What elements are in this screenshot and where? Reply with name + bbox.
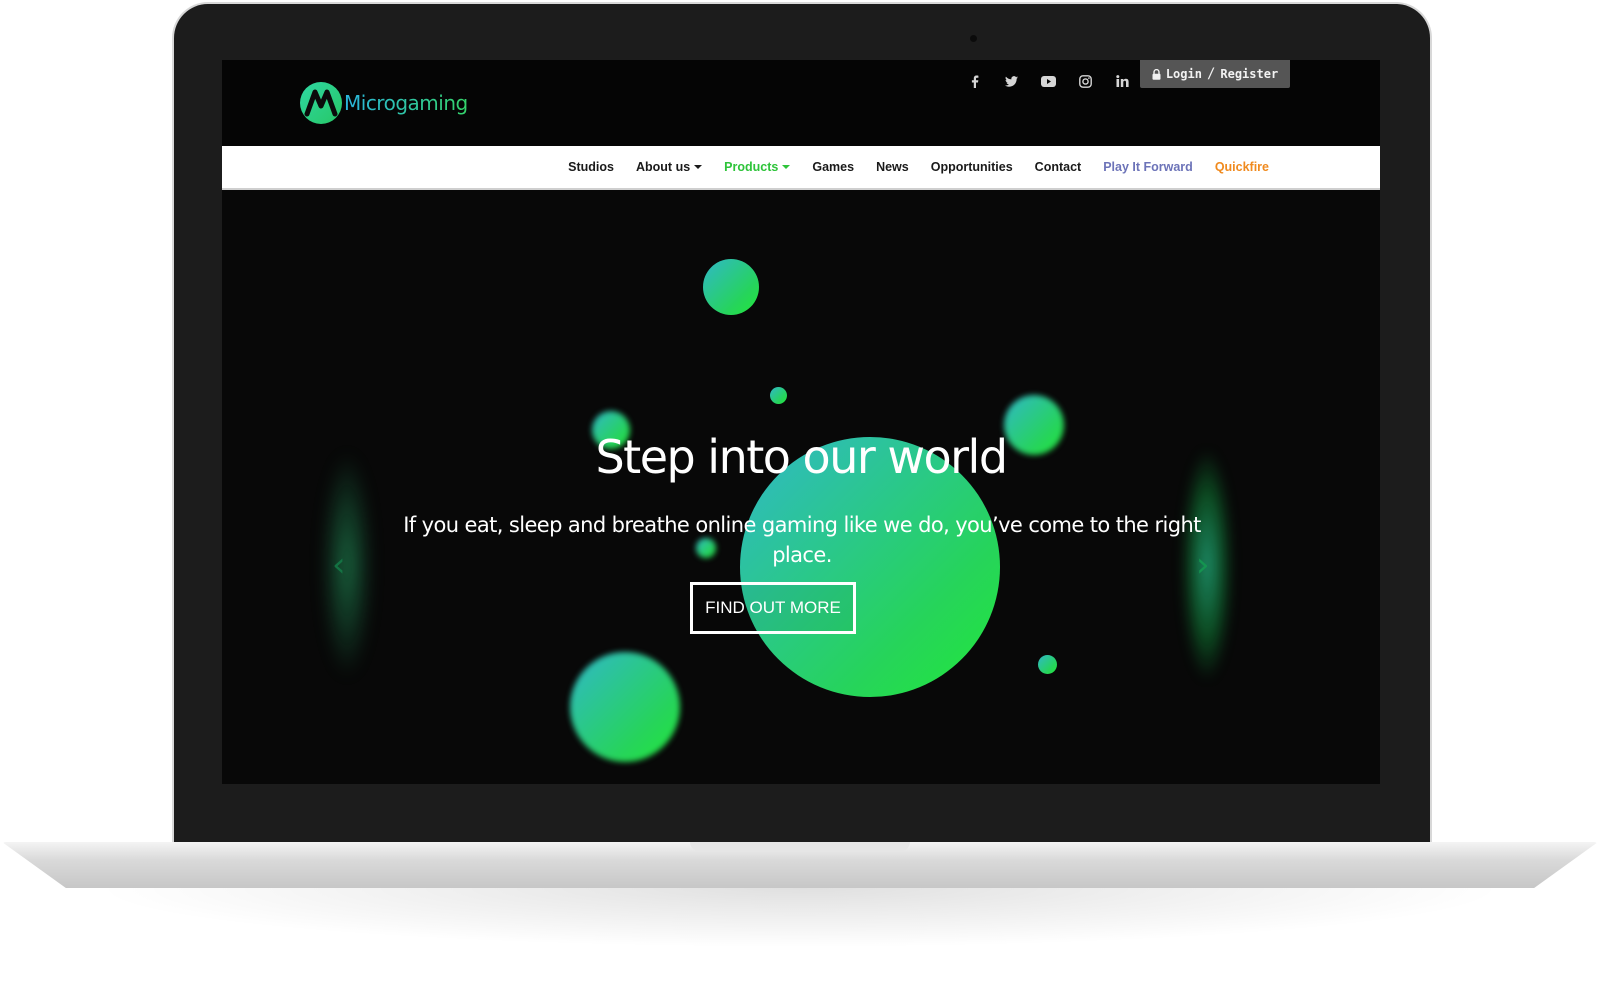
nav-item-products[interactable]: Products: [713, 160, 801, 174]
linkedin-icon[interactable]: [1104, 68, 1141, 94]
login-register-button[interactable]: Login / Register: [1140, 60, 1290, 88]
nav-item-label: Games: [812, 160, 855, 174]
caret-down-icon: [782, 165, 791, 169]
find-out-more-button[interactable]: FIND OUT MORE: [690, 582, 856, 634]
nav-item-label: About us: [636, 160, 691, 174]
nav-item-label: News: [876, 160, 909, 174]
decorative-bubble: [770, 387, 787, 404]
decorative-bubble: [703, 259, 759, 315]
nav-item-contact[interactable]: Contact: [1024, 160, 1093, 174]
youtube-icon[interactable]: [1030, 68, 1067, 94]
nav-item-label: Play It Forward: [1103, 160, 1193, 174]
nav-item-studios[interactable]: Studios: [557, 160, 625, 174]
nav-item-games[interactable]: Games: [801, 160, 865, 174]
login-separator: /: [1206, 66, 1216, 82]
site-header: Microgaming Login / Register: [222, 60, 1380, 146]
nav-item-about-us[interactable]: About us: [625, 160, 713, 174]
chevron-left-icon[interactable]: ‹: [332, 545, 346, 585]
carousel-prev-glow: [322, 450, 372, 680]
nav-item-label: Opportunities: [930, 160, 1013, 174]
microgaming-logo-icon: [300, 82, 342, 124]
nav-list: Studios About us Products Games News Opp…: [557, 146, 1280, 188]
facebook-icon[interactable]: [956, 68, 993, 94]
hero-subtitle: If you eat, sleep and breathe online gam…: [403, 513, 1201, 567]
laptop-base-notch: [690, 842, 910, 851]
nav-item-quickfire[interactable]: Quickfire: [1204, 160, 1280, 174]
nav-item-label: Products: [724, 160, 779, 174]
nav-item-opportunities[interactable]: Opportunities: [920, 160, 1024, 174]
hero-carousel: ‹ › Step into our world If you eat, slee…: [222, 190, 1380, 784]
caret-down-icon: [694, 165, 703, 169]
register-label[interactable]: Register: [1220, 67, 1278, 81]
nav-item-label: Contact: [1034, 160, 1082, 174]
nav-item-label: Quickfire: [1214, 160, 1269, 174]
brand-logo[interactable]: Microgaming: [300, 82, 468, 124]
laptop-camera: [970, 35, 977, 42]
nav-item-news[interactable]: News: [865, 160, 920, 174]
nav-item-label: Studios: [568, 160, 614, 174]
twitter-icon[interactable]: [993, 68, 1030, 94]
login-label[interactable]: Login: [1166, 67, 1202, 81]
laptop-screen: Microgaming Login / Register Studios Abo…: [222, 60, 1380, 784]
lock-icon: [1152, 68, 1161, 80]
laptop-shadow: [90, 888, 1510, 948]
decorative-bubble: [570, 652, 680, 762]
decorative-bubble: [1038, 655, 1057, 674]
nav-item-play-it-forward[interactable]: Play It Forward: [1092, 160, 1204, 174]
instagram-icon[interactable]: [1067, 68, 1104, 94]
social-links: [956, 68, 1141, 94]
main-navigation: Studios About us Products Games News Opp…: [222, 146, 1380, 190]
brand-name: Microgaming: [344, 91, 468, 115]
hero-title: Step into our world: [595, 430, 1008, 484]
